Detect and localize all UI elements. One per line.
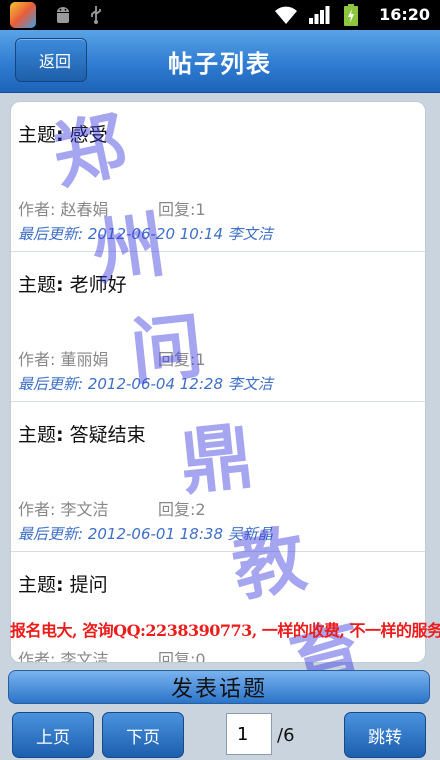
author-label: 作者: xyxy=(18,650,56,663)
post-last-updated: 最后更新: 2012-06-04 12:28 李文洁 xyxy=(18,375,273,393)
subject-text: 提问 xyxy=(69,574,108,596)
reply-label: 回复: xyxy=(158,350,196,369)
status-time: 16:20 xyxy=(379,5,430,24)
author-name: 李文洁 xyxy=(60,500,109,519)
page-number-input[interactable]: 1 xyxy=(226,713,272,755)
post-item[interactable]: 主题: 答疑结束 作者: 李文洁 回复:2 最后更新: 2012-06-01 1… xyxy=(11,402,425,552)
reply-count: 1 xyxy=(195,350,206,369)
post-subject: 主题: 老师好 xyxy=(18,274,127,296)
post-meta: 作者: 李文洁 回复:2 xyxy=(18,496,206,520)
author-label: 作者: xyxy=(18,200,56,219)
post-subject: 主题: 答疑结束 xyxy=(18,424,146,446)
android-debug-icon xyxy=(57,7,69,23)
subject-text: 感受 xyxy=(69,124,108,146)
post-subject: 主题: 提问 xyxy=(18,574,108,596)
title-bar: 返回 帖子列表 xyxy=(0,30,440,93)
subject-label: 主题 xyxy=(18,124,57,146)
post-meta: 作者: 董丽娟 回复:1 xyxy=(18,346,206,370)
subject-label: 主题 xyxy=(18,274,57,296)
post-item[interactable]: 主题: 感受 作者: 赵春娟 回复:1 最后更新: 2012-06-20 10:… xyxy=(11,102,425,252)
author-label: 作者: xyxy=(18,350,56,369)
author-name: 李文洁 xyxy=(60,650,109,663)
post-last-updated: 最后更新: 2012-06-01 18:38 吴新晶 xyxy=(18,525,273,543)
reply-label: 回复: xyxy=(158,500,196,519)
reply-label: 回复: xyxy=(158,650,196,663)
author-name: 董丽娟 xyxy=(60,350,109,369)
battery-charging-icon xyxy=(344,4,358,26)
reply-count: 0 xyxy=(195,650,206,663)
app-icon xyxy=(10,2,36,28)
post-meta: 作者: 赵春娟 回复:1 xyxy=(18,196,206,220)
jump-button[interactable]: 跳转 xyxy=(344,712,426,758)
next-page-button[interactable]: 下页 xyxy=(102,712,184,758)
page-total: /6 xyxy=(277,725,295,746)
reply-count: 2 xyxy=(195,500,206,519)
subject-label: 主题 xyxy=(18,424,57,446)
subject-text: 答疑结束 xyxy=(69,424,146,446)
subject-label: 主题 xyxy=(18,574,57,596)
post-item[interactable]: 主题: 老师好 作者: 董丽娟 回复:1 最后更新: 2012-06-04 12… xyxy=(11,252,425,402)
reply-label: 回复: xyxy=(158,200,196,219)
wifi-icon xyxy=(275,6,297,24)
usb-icon xyxy=(91,6,101,24)
author-name: 赵春娟 xyxy=(60,200,109,219)
subject-text: 老师好 xyxy=(69,274,127,296)
post-last-updated: 最后更新: 2012-06-20 10:14 李文洁 xyxy=(18,225,273,243)
page-title: 帖子列表 xyxy=(168,50,272,78)
post-list: 主题: 感受 作者: 赵春娟 回复:1 最后更新: 2012-06-20 10:… xyxy=(10,101,426,663)
signal-icon xyxy=(309,6,330,24)
pagination-bar: 上页 下页 1 /6 跳转 xyxy=(0,704,440,760)
reply-count: 1 xyxy=(195,200,206,219)
post-item[interactable]: 主题: 提问 作者: 李文洁 回复:0 xyxy=(11,552,425,663)
post-topic-button[interactable]: 发表话题 xyxy=(8,670,430,704)
status-bar: 16:20 xyxy=(0,0,440,30)
author-label: 作者: xyxy=(18,500,56,519)
prev-page-button[interactable]: 上页 xyxy=(12,712,94,758)
post-subject: 主题: 感受 xyxy=(18,124,108,146)
post-meta: 作者: 李文洁 回复:0 xyxy=(18,646,206,663)
